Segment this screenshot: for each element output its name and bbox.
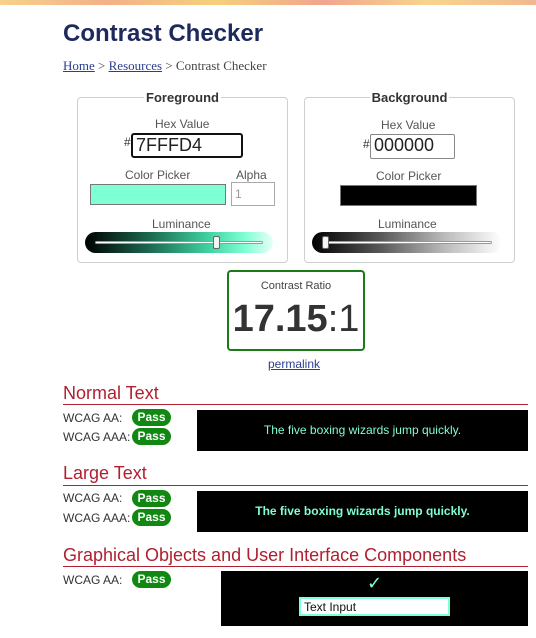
foreground-hash: #	[124, 135, 131, 149]
foreground-luminance-label: Luminance	[152, 217, 211, 231]
foreground-hex-input[interactable]: 7FFFD4	[131, 133, 243, 158]
normal-aa-label: WCAG AA:	[63, 411, 123, 425]
luminance-thumb[interactable]	[212, 236, 220, 249]
foreground-luminance-slider[interactable]	[85, 232, 273, 253]
normal-text-sample: The five boxing wizards jump quickly.	[197, 410, 528, 451]
breadcrumb: Home > Resources > Contrast Checker	[63, 58, 267, 74]
normal-aa-pass-badge: Pass	[132, 409, 171, 426]
normal-aaa-label: WCAG AAA:	[63, 430, 131, 444]
section-divider	[63, 485, 528, 486]
breadcrumb-current: Contrast Checker	[175, 58, 267, 73]
permalink-link[interactable]: permalink	[268, 357, 320, 371]
normal-text-heading: Normal Text	[63, 383, 159, 403]
luminance-track	[95, 241, 263, 244]
checkmark-icon: ✓	[367, 573, 383, 593]
foreground-legend: Foreground	[146, 90, 219, 105]
top-decorative-strip	[0, 0, 536, 5]
breadcrumb-separator: >	[98, 58, 106, 73]
page-title: Contrast Checker	[63, 20, 264, 47]
foreground-color-picker-label: Color Picker	[125, 168, 191, 182]
alpha-label: Alpha	[236, 168, 267, 182]
section-divider	[63, 404, 528, 405]
luminance-thumb[interactable]	[322, 236, 329, 249]
breadcrumb-resources-link[interactable]: Resources	[109, 58, 162, 73]
normal-aaa-pass-badge: Pass	[132, 428, 171, 445]
background-luminance-slider[interactable]	[312, 232, 502, 253]
breadcrumb-home-link[interactable]: Home	[63, 58, 95, 73]
background-color-picker[interactable]	[340, 185, 477, 206]
graphical-objects-heading: Graphical Objects and User Interface Com…	[63, 545, 467, 565]
background-color-picker-label: Color Picker	[376, 169, 442, 183]
graphical-aa-label: WCAG AA:	[63, 573, 123, 587]
large-text-sample: The five boxing wizards jump quickly.	[197, 491, 528, 532]
background-hash: #	[363, 137, 370, 151]
foreground-hex-label: Hex Value	[155, 117, 210, 131]
large-text-heading: Large Text	[63, 463, 147, 483]
breadcrumb-separator: >	[165, 58, 173, 73]
background-legend: Background	[371, 90, 448, 105]
section-divider	[63, 566, 528, 567]
large-aaa-pass-badge: Pass	[132, 509, 171, 526]
contrast-ratio-label: Contrast Ratio	[260, 280, 332, 292]
contrast-ratio-value: 17.15:1	[229, 298, 363, 341]
luminance-track	[322, 241, 492, 244]
foreground-color-picker[interactable]	[90, 184, 226, 205]
contrast-ratio-number: 17.15	[232, 298, 328, 340]
graphical-aa-pass-badge: Pass	[132, 571, 171, 588]
contrast-ratio-box: Contrast Ratio 17.15:1	[227, 270, 365, 351]
background-hex-input[interactable]: 000000	[370, 134, 455, 159]
large-aa-pass-badge: Pass	[132, 490, 171, 507]
large-aaa-label: WCAG AAA:	[63, 511, 131, 525]
background-hex-label: Hex Value	[381, 118, 436, 132]
sample-text-input[interactable]: Text Input	[299, 597, 450, 616]
contrast-ratio-suffix: :1	[327, 298, 360, 340]
background-luminance-label: Luminance	[378, 217, 437, 231]
alpha-input[interactable]: 1	[231, 182, 275, 206]
ui-component-sample: ✓ Text Input	[221, 571, 528, 626]
large-aa-label: WCAG AA:	[63, 491, 123, 505]
